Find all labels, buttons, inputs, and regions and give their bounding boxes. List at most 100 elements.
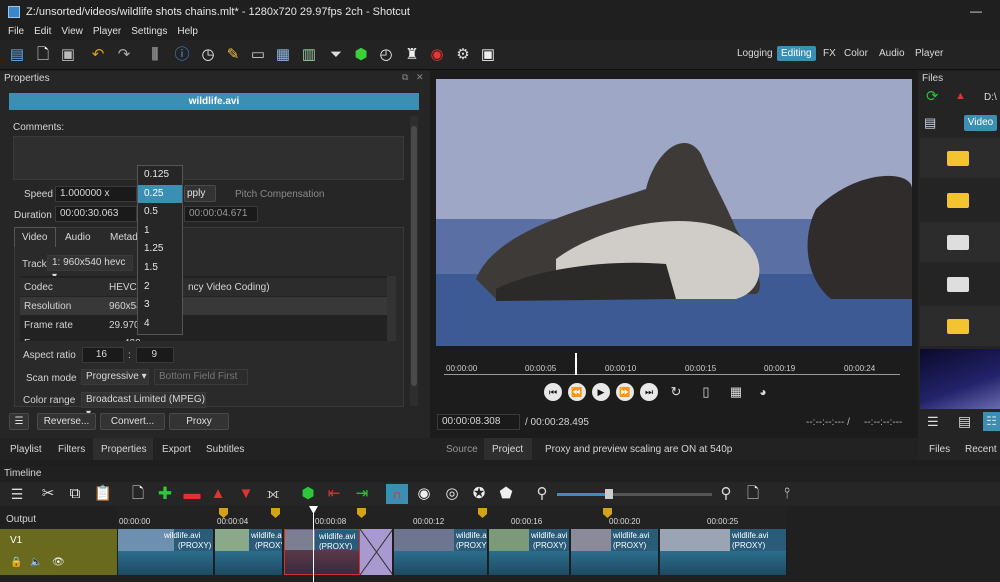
convert-button[interactable]: Convert... [100,413,165,430]
files-path[interactable]: D:\ [984,92,997,103]
settings-icon[interactable]: ⚙ [453,45,473,65]
timeline-clip[interactable]: wildlife.avi(PROXY) [215,529,283,575]
timeline-playhead[interactable] [313,507,314,582]
zoom-icon[interactable]: ◕ [754,383,772,401]
tab-subtitles[interactable]: Subtitles [206,444,244,455]
next-marker-icon[interactable]: ⇥ [352,484,372,504]
paste-icon[interactable]: 📋 [93,484,113,504]
record-audio-icon[interactable]: ⫯ [777,484,797,504]
properties-menu-icon[interactable]: ☰ [9,413,29,430]
video-thumbnail[interactable] [920,349,1000,409]
tab-export[interactable]: Export [162,444,191,455]
list-view-icon[interactable]: ▤ [924,115,936,131]
history-icon[interactable]: ◷ [198,45,218,65]
speed-option[interactable]: 0.5 [138,203,182,222]
scrub-icon[interactable]: ◉ [414,484,434,504]
files-menu-icon[interactable]: ☰ [927,414,939,430]
folder-item[interactable] [920,180,1000,220]
notes-icon[interactable]: ✎ [223,45,243,65]
copy-icon[interactable]: ⧉ [65,484,85,504]
skip-next-icon[interactable]: ⏭ [640,383,658,401]
zoom-slider[interactable] [557,489,712,499]
tab-properties[interactable]: Properties [101,444,147,455]
proxy-button[interactable]: Proxy [169,413,229,430]
volume-icon[interactable]: ▯ [694,383,718,401]
append-icon[interactable]: 🗋 [128,484,148,504]
menu-settings[interactable]: Settings [131,26,167,37]
timecode-input[interactable]: 00:00:08.308 [437,414,520,430]
speed-option[interactable]: 4 [138,315,182,334]
tab-source[interactable]: Source [446,444,478,455]
speed-input[interactable]: 1.000000 x [55,186,137,202]
player-scrubber[interactable]: 00:00:00 00:00:05 00:00:10 00:00:15 00:0… [444,353,900,375]
lift-icon[interactable]: ▲ [208,484,228,504]
layout-editing[interactable]: Editing [777,46,816,61]
minimize-icon[interactable]: — [970,4,982,18]
apply-button[interactable]: pply [184,185,216,202]
timeline-clip[interactable]: wildlife.avi(PROXY) [489,529,570,575]
table-scrollbar[interactable] [387,276,396,341]
remove-icon[interactable]: ▬ [182,484,202,504]
folder-item[interactable] [920,264,1000,304]
duration-input[interactable]: 00:00:30.063 [55,206,137,222]
speed-option[interactable]: 2 [138,278,182,297]
timeline-clip[interactable]: wildlife.avi(PROXY) [394,529,488,575]
ripple-all-icon[interactable]: ✪ [469,484,489,504]
ripple-markers-icon[interactable]: ⬟ [496,484,516,504]
folder-item[interactable] [920,306,1000,346]
fast-forward-icon[interactable]: ⏩ [616,383,634,401]
speed-option[interactable]: 3 [138,296,182,315]
overwrite-icon[interactable]: ▼ [236,484,256,504]
video-filter-button[interactable]: Video [964,115,997,131]
menu-file[interactable]: File [8,26,24,37]
skip-previous-icon[interactable]: ⏮ [544,383,562,401]
track-select[interactable]: 1: 960x540 hevc ▾ [47,255,133,282]
track-header-v1[interactable]: V1 🔒 🔈 👁 [0,529,117,575]
tab-video[interactable]: Video [22,232,47,243]
float-icon[interactable]: ⧉ [402,72,408,83]
properties-scrollbar[interactable] [410,116,418,406]
tab-files[interactable]: Files [929,444,950,455]
pitch-compensation-checkbox[interactable]: Pitch Compensation [235,189,325,200]
mixer-icon[interactable]: ⫼ [145,45,165,65]
rewind-icon[interactable]: ⏪ [568,383,586,401]
markers-icon[interactable]: ⬢ [351,45,371,65]
ripple-icon[interactable]: ◎ [442,484,462,504]
prev-marker-icon[interactable]: ⇤ [324,484,344,504]
timeline-menu-icon[interactable]: ☰ [7,484,27,504]
record-icon[interactable]: ◉ [427,45,447,65]
aspect-height-spin[interactable]: 9 [136,347,174,363]
speed-option[interactable]: 1 [138,222,182,241]
layout-logging[interactable]: Logging [737,48,773,59]
play-icon[interactable]: ▶ [592,383,610,401]
lock-icon[interactable]: 🔒 [10,557,22,568]
timeline-clip[interactable]: wildlife.avi(PROXY) [118,529,214,575]
hide-icon[interactable]: 👁 [52,557,65,568]
cut-icon[interactable]: ✂ [38,484,58,504]
speed-option[interactable]: 0.125 [138,166,182,185]
timeline-icon[interactable]: ▭ [248,45,268,65]
layout-fx[interactable]: FX [823,48,836,59]
details-view-icon[interactable]: ☷ [983,412,1000,431]
fit-icon[interactable]: 🗋 [743,484,763,504]
playlist-icon[interactable]: ▦ [273,45,293,65]
aspect-width-spin[interactable]: 16 [82,347,124,363]
menu-player[interactable]: Player [93,26,121,37]
reverse-button[interactable]: Reverse... [37,413,96,430]
funnel-icon[interactable]: ⏷ [326,45,346,65]
save-icon[interactable]: ▣ [58,45,78,65]
layout-player[interactable]: Player [915,48,943,59]
zoom-in-icon[interactable]: ⚲ [716,484,736,504]
timeline-clip[interactable]: wildlife.avi(PROXY) [660,529,787,575]
export-icon[interactable]: ▣ [478,45,498,65]
grid-icon[interactable]: ▦ [724,383,748,401]
color-range-select[interactable]: Broadcast Limited (MPEG) ▾ [81,392,206,419]
info-icon[interactable]: ⓘ [172,45,192,65]
comments-field[interactable] [13,136,404,180]
up-folder-icon[interactable]: ▲ [955,90,966,102]
add-icon[interactable]: ✚ [155,484,175,504]
layout-audio[interactable]: Audio [879,48,905,59]
tab-playlist[interactable]: Playlist [10,444,42,455]
close-icon[interactable]: ✕ [416,72,424,83]
redo-icon[interactable]: ↷ [114,45,134,65]
